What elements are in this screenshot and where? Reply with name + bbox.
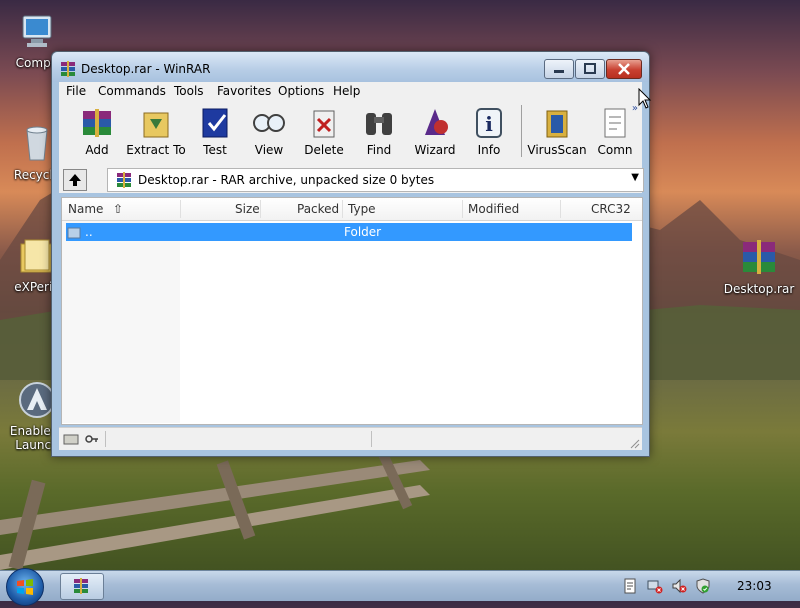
drive-key-icon[interactable] bbox=[63, 431, 99, 447]
column-packed[interactable]: Packed bbox=[297, 202, 339, 216]
network-icon[interactable] bbox=[647, 578, 663, 594]
window-title: Desktop.rar - WinRAR bbox=[81, 62, 211, 76]
delete-icon bbox=[306, 105, 342, 141]
maximize-icon bbox=[584, 63, 596, 74]
address-bar-row: Desktop.rar - RAR archive, unpacked size… bbox=[59, 163, 644, 193]
address-text: Desktop.rar - RAR archive, unpacked size… bbox=[138, 173, 435, 187]
winrar-icon bbox=[74, 578, 88, 594]
svg-text:i: i bbox=[485, 112, 493, 136]
mouse-cursor-icon bbox=[638, 88, 652, 109]
virusscan-button[interactable]: VirusScan bbox=[525, 105, 589, 157]
up-arrow-icon bbox=[69, 174, 81, 186]
extract-icon bbox=[138, 105, 174, 141]
menu-bar: File Commands Tools Favorites Options He… bbox=[59, 82, 642, 101]
fence-background bbox=[0, 450, 430, 571]
virusscan-icon bbox=[539, 105, 575, 141]
toolbar: Add Extract To Test View Delete Find Wiz… bbox=[59, 101, 642, 163]
up-folder-button[interactable] bbox=[63, 169, 87, 191]
dropdown-arrow-icon[interactable]: ▼ bbox=[631, 172, 639, 183]
row-type: Folder bbox=[344, 225, 382, 239]
taskbar-winrar-button[interactable] bbox=[60, 573, 104, 600]
column-modified[interactable]: Modified bbox=[468, 202, 519, 216]
menu-favorites[interactable]: Favorites bbox=[217, 84, 271, 98]
add-button[interactable]: Add bbox=[69, 105, 125, 157]
row-name: .. bbox=[85, 225, 93, 239]
computer-icon bbox=[17, 12, 57, 52]
column-type[interactable]: Type bbox=[348, 202, 376, 216]
info-button[interactable]: i Info bbox=[461, 105, 517, 157]
find-icon bbox=[361, 105, 397, 141]
extract-to-button[interactable]: Extract To bbox=[125, 105, 187, 157]
desktop-icon-label: Desktop.rar bbox=[723, 282, 795, 296]
menu-commands[interactable]: Commands bbox=[98, 84, 166, 98]
toolbar-separator bbox=[521, 105, 522, 157]
sort-up-arrow-icon[interactable]: ⇧ bbox=[113, 202, 123, 216]
column-name[interactable]: Name bbox=[68, 202, 103, 216]
find-button[interactable]: Find bbox=[351, 105, 407, 157]
minimize-button[interactable] bbox=[544, 59, 574, 79]
comment-icon bbox=[597, 105, 633, 141]
menu-file[interactable]: File bbox=[66, 84, 86, 98]
clock[interactable]: 23:03 bbox=[737, 579, 772, 593]
menu-help[interactable]: Help bbox=[333, 84, 360, 98]
title-bar[interactable]: Desktop.rar - WinRAR bbox=[52, 52, 649, 82]
test-icon bbox=[197, 105, 233, 141]
desktop-icon-desktop-rar[interactable]: Desktop.rar bbox=[722, 238, 796, 296]
tray-document-icon[interactable] bbox=[622, 578, 638, 594]
winrar-archive-icon bbox=[116, 172, 132, 188]
column-crc32[interactable]: CRC32 bbox=[591, 202, 631, 216]
delete-button[interactable]: Delete bbox=[296, 105, 352, 157]
address-combobox[interactable]: Desktop.rar - RAR archive, unpacked size… bbox=[107, 168, 644, 192]
security-shield-icon[interactable] bbox=[695, 578, 711, 594]
table-row[interactable]: .. Folder bbox=[66, 223, 632, 241]
view-button[interactable]: View bbox=[241, 105, 297, 157]
view-icon bbox=[251, 105, 287, 141]
list-header: Name ⇧ Size Packed Type Modified CRC32 bbox=[62, 198, 642, 221]
folder-icon bbox=[67, 225, 81, 239]
volume-muted-icon[interactable] bbox=[671, 578, 687, 594]
start-button[interactable] bbox=[6, 568, 44, 606]
maximize-button[interactable] bbox=[575, 59, 605, 79]
menu-options[interactable]: Options bbox=[278, 84, 324, 98]
winrar-archive-icon bbox=[739, 238, 779, 278]
close-icon bbox=[618, 63, 630, 75]
wizard-icon bbox=[417, 105, 453, 141]
winrar-window: Desktop.rar - WinRAR File Commands Tools… bbox=[51, 51, 650, 457]
column-size[interactable]: Size bbox=[235, 202, 260, 216]
file-list[interactable]: Name ⇧ Size Packed Type Modified CRC32 .… bbox=[61, 197, 643, 425]
add-icon bbox=[79, 105, 115, 141]
minimize-icon bbox=[554, 70, 564, 73]
resize-grip-icon[interactable] bbox=[628, 437, 640, 449]
test-button[interactable]: Test bbox=[187, 105, 243, 157]
taskbar: 23:03 bbox=[0, 568, 800, 606]
name-column-shade bbox=[62, 221, 180, 423]
wizard-button[interactable]: Wizard bbox=[407, 105, 463, 157]
status-bar bbox=[59, 427, 642, 450]
menu-tools[interactable]: Tools bbox=[174, 84, 204, 98]
close-button[interactable] bbox=[606, 59, 642, 79]
info-icon: i bbox=[471, 105, 507, 141]
winrar-icon bbox=[60, 61, 76, 77]
